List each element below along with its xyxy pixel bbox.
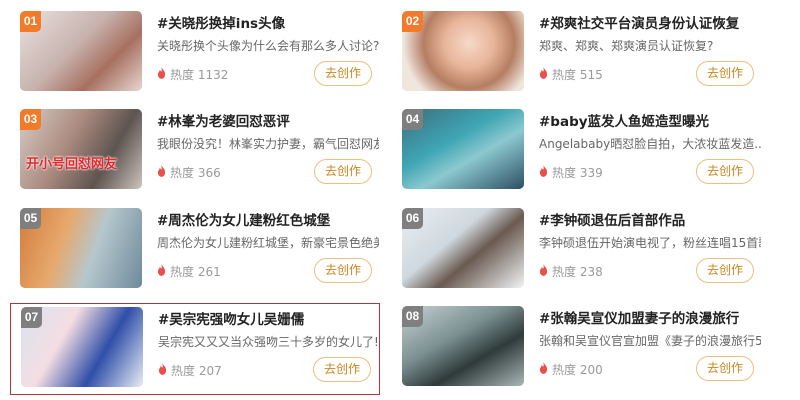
heat-indicator: 热度 238 bbox=[539, 263, 603, 280]
flame-icon bbox=[539, 165, 548, 180]
topic-description: 我眼份没究！林峯实力护妻，霸气回怼网友... bbox=[157, 137, 379, 151]
trending-topic-grid: 01 #关晓彤换掉ins头像 关晓彤换个头像为什么会有那么多人讨论?... 热度… bbox=[0, 0, 800, 400]
create-button[interactable]: 去创作 bbox=[696, 61, 754, 86]
rank-badge: 02 bbox=[402, 11, 423, 32]
heat-indicator: 热度 261 bbox=[157, 263, 221, 280]
create-button[interactable]: 去创作 bbox=[696, 356, 754, 381]
heat-value: 热度 238 bbox=[552, 265, 603, 279]
topic-card[interactable]: 02 #郑爽社交平台演员身份认证恢复 郑爽、郑爽、郑爽演员认证恢复? 热度 51… bbox=[392, 8, 762, 100]
heat-indicator: 热度 200 bbox=[539, 361, 603, 378]
heat-indicator: 热度 1132 bbox=[157, 66, 228, 83]
topic-title[interactable]: #林峯为老婆回怼恶评 bbox=[157, 110, 379, 130]
topic-thumbnail[interactable]: 06 bbox=[402, 208, 524, 288]
rank-badge: 01 bbox=[20, 11, 41, 32]
topic-title[interactable]: #郑爽社交平台演员身份认证恢复 bbox=[539, 12, 761, 32]
rank-badge: 03 bbox=[20, 109, 41, 130]
topic-description: 周杰伦为女儿建粉红城堡，新豪宅景色绝美! bbox=[157, 236, 379, 250]
create-button[interactable]: 去创作 bbox=[696, 258, 754, 283]
topic-title[interactable]: #吴宗宪强吻女儿吴姗儒 bbox=[158, 308, 380, 328]
rank-badge: 08 bbox=[402, 306, 423, 327]
heat-indicator: 热度 207 bbox=[158, 362, 222, 379]
flame-icon bbox=[157, 67, 166, 82]
topic-description: 张翰和吴宣仪官宣加盟《妻子的浪漫旅行5... bbox=[539, 334, 761, 348]
flame-icon bbox=[157, 264, 166, 279]
topic-description: 李钟硕退伍开始演电视了，粉丝连唱15首歌... bbox=[539, 236, 761, 250]
heat-value: 热度 207 bbox=[171, 364, 222, 378]
rank-badge: 04 bbox=[402, 109, 423, 130]
create-button[interactable]: 去创作 bbox=[313, 357, 371, 382]
flame-icon bbox=[158, 363, 167, 378]
topic-title[interactable]: #张翰吴宣仪加盟妻子的浪漫旅行 bbox=[539, 307, 761, 327]
heat-indicator: 热度 515 bbox=[539, 66, 603, 83]
flame-icon bbox=[157, 165, 166, 180]
heat-value: 热度 366 bbox=[170, 166, 221, 180]
topic-card[interactable]: 08 #张翰吴宣仪加盟妻子的浪漫旅行 张翰和吴宣仪官宣加盟《妻子的浪漫旅行5..… bbox=[392, 303, 762, 395]
topic-thumbnail[interactable]: 04 bbox=[402, 109, 524, 189]
create-button[interactable]: 去创作 bbox=[314, 61, 372, 86]
rank-badge: 07 bbox=[21, 307, 42, 328]
topic-description: 吴宗宪又又又当众强吻三十多岁的女儿了! bbox=[158, 335, 379, 349]
create-button[interactable]: 去创作 bbox=[314, 159, 372, 184]
topic-title[interactable]: #baby蓝发人鱼姬造型曝光 bbox=[539, 110, 761, 130]
heat-value: 热度 1132 bbox=[170, 68, 229, 82]
topic-thumbnail[interactable]: 05 bbox=[20, 208, 142, 288]
flame-icon bbox=[539, 362, 548, 377]
topic-title[interactable]: #李钟硕退伍后首部作品 bbox=[539, 209, 761, 229]
topic-card[interactable]: 01 #关晓彤换掉ins头像 关晓彤换个头像为什么会有那么多人讨论?... 热度… bbox=[10, 8, 380, 100]
heat-indicator: 热度 339 bbox=[539, 164, 603, 181]
rank-badge: 05 bbox=[20, 208, 41, 229]
topic-card[interactable]: 07 #吴宗宪强吻女儿吴姗儒 吴宗宪又又又当众强吻三十多岁的女儿了! 热度 20… bbox=[10, 303, 380, 395]
topic-thumbnail[interactable]: 07 bbox=[21, 307, 143, 387]
rank-badge: 06 bbox=[402, 208, 423, 229]
topic-description: 郑爽、郑爽、郑爽演员认证恢复? bbox=[539, 39, 714, 53]
topic-card[interactable]: 06 #李钟硕退伍后首部作品 李钟硕退伍开始演电视了，粉丝连唱15首歌... 热… bbox=[392, 205, 762, 297]
topic-card[interactable]: 开小号回怼网友 03 #林峯为老婆回怼恶评 我眼份没究！林峯实力护妻，霸气回怼网… bbox=[10, 106, 380, 198]
topic-card[interactable]: 04 #baby蓝发人鱼姬造型曝光 Angelababy晒怼脸自拍，大浓妆蓝发造… bbox=[392, 106, 762, 198]
heat-value: 热度 200 bbox=[552, 363, 603, 377]
topic-title[interactable]: #关晓彤换掉ins头像 bbox=[157, 12, 379, 32]
heat-indicator: 热度 366 bbox=[157, 164, 221, 181]
flame-icon bbox=[539, 67, 548, 82]
heat-value: 热度 515 bbox=[552, 68, 603, 82]
topic-title[interactable]: #周杰伦为女儿建粉红色城堡 bbox=[157, 209, 379, 229]
heat-value: 热度 261 bbox=[170, 265, 221, 279]
create-button[interactable]: 去创作 bbox=[314, 258, 372, 283]
thumbnail-caption: 开小号回怼网友 bbox=[26, 157, 118, 172]
create-button[interactable]: 去创作 bbox=[696, 159, 754, 184]
topic-description: 关晓彤换个头像为什么会有那么多人讨论?... bbox=[157, 39, 379, 53]
topic-description: Angelababy晒怼脸自拍，大浓妆蓝发造... bbox=[539, 137, 761, 151]
topic-thumbnail[interactable]: 开小号回怼网友 03 bbox=[20, 109, 142, 189]
topic-thumbnail[interactable]: 08 bbox=[402, 306, 524, 386]
heat-value: 热度 339 bbox=[552, 166, 603, 180]
topic-thumbnail[interactable]: 02 bbox=[402, 11, 524, 91]
flame-icon bbox=[539, 264, 548, 279]
topic-card[interactable]: 05 #周杰伦为女儿建粉红色城堡 周杰伦为女儿建粉红城堡，新豪宅景色绝美! 热度… bbox=[10, 205, 380, 297]
topic-thumbnail[interactable]: 01 bbox=[20, 11, 142, 91]
